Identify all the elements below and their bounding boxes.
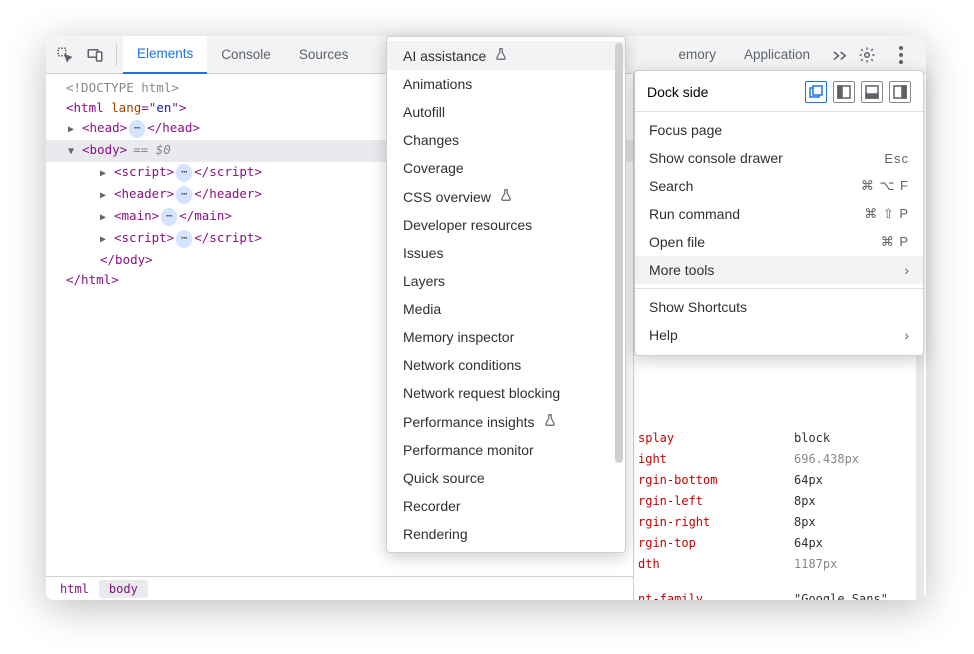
submenu-scrollbar[interactable] [615, 43, 623, 463]
submenu-item-layers[interactable]: Layers [387, 267, 625, 295]
submenu-item-rendering[interactable]: Rendering [387, 520, 625, 548]
style-row[interactable]: rgin-top64px [634, 533, 918, 554]
tab-memory-partial[interactable]: emory [674, 36, 730, 74]
submenu-item-network-conditions[interactable]: Network conditions [387, 351, 625, 379]
tab-console[interactable]: Console [207, 36, 285, 74]
flask-icon [543, 413, 557, 430]
breadcrumb: html body [46, 576, 633, 600]
dock-undock-icon[interactable] [805, 81, 827, 103]
more-icon[interactable] [886, 40, 916, 70]
main-context-menu: Dock side Focus pageShow console drawerE… [634, 70, 924, 356]
flask-icon [494, 47, 508, 64]
style-row[interactable]: splayblock [634, 428, 918, 449]
inspect-icon[interactable] [50, 40, 80, 70]
submenu-item-media[interactable]: Media [387, 295, 625, 323]
menu-item-show-console-drawer[interactable]: Show console drawerEsc [635, 144, 923, 172]
submenu-item-animations[interactable]: Animations [387, 70, 625, 98]
submenu-item-developer-resources[interactable]: Developer resources [387, 211, 625, 239]
crumb-body[interactable]: body [99, 580, 148, 598]
menu-item-more-tools[interactable]: More tools› [635, 256, 923, 284]
tab-overflow-icon[interactable] [828, 48, 852, 62]
submenu-item-coverage[interactable]: Coverage [387, 154, 625, 182]
dock-side-label: Dock side [647, 84, 805, 100]
submenu-item-changes[interactable]: Changes [387, 126, 625, 154]
style-row[interactable]: rgin-left8px [634, 491, 918, 512]
style-row[interactable]: dth1187px [634, 554, 918, 575]
chevron-right-icon: › [904, 327, 909, 343]
dock-left-icon[interactable] [833, 81, 855, 103]
menu-item-search[interactable]: Search⌘ ⌥ F [635, 172, 923, 200]
tab-elements[interactable]: Elements [123, 36, 207, 74]
menu-item-focus-page[interactable]: Focus page [635, 116, 923, 144]
submenu-item-css-overview[interactable]: CSS overview [387, 182, 625, 211]
style-row[interactable]: rgin-bottom64px [634, 470, 918, 491]
style-row[interactable]: rgin-right8px [634, 512, 918, 533]
flask-icon [499, 188, 513, 205]
tab-application[interactable]: Application [730, 36, 824, 74]
menu-item-open-file[interactable]: Open file⌘ P [635, 228, 923, 256]
dock-right-icon[interactable] [889, 81, 911, 103]
submenu-item-issues[interactable]: Issues [387, 239, 625, 267]
dock-side-row: Dock side [635, 77, 923, 107]
submenu-item-ai-assistance[interactable]: AI assistance [387, 41, 625, 70]
submenu-item-quick-source[interactable]: Quick source [387, 464, 625, 492]
dock-bottom-icon[interactable] [861, 81, 883, 103]
menu-item-run-command[interactable]: Run command⌘ ⇧ P [635, 200, 923, 228]
submenu-item-recorder[interactable]: Recorder [387, 492, 625, 520]
style-row[interactable]: ight696.438px [634, 449, 918, 470]
submenu-item-performance-insights[interactable]: Performance insights [387, 407, 625, 436]
more-tools-submenu: AI assistanceAnimationsAutofillChangesCo… [386, 36, 626, 553]
device-toggle-icon[interactable] [80, 40, 110, 70]
menu-item-help[interactable]: Help› [635, 321, 923, 349]
submenu-item-performance-monitor[interactable]: Performance monitor [387, 436, 625, 464]
menu-item-show-shortcuts[interactable]: Show Shortcuts [635, 293, 923, 321]
tab-sources[interactable]: Sources [285, 36, 363, 74]
dom-doctype: <!DOCTYPE html> [66, 80, 179, 95]
chevron-right-icon: › [904, 262, 909, 278]
settings-icon[interactable] [852, 40, 882, 70]
style-row[interactable]: nt-family"Google Sans", [634, 589, 918, 600]
submenu-item-memory-inspector[interactable]: Memory inspector [387, 323, 625, 351]
submenu-item-autofill[interactable]: Autofill [387, 98, 625, 126]
submenu-item-network-request-blocking[interactable]: Network request blocking [387, 379, 625, 407]
crumb-html[interactable]: html [50, 580, 99, 598]
